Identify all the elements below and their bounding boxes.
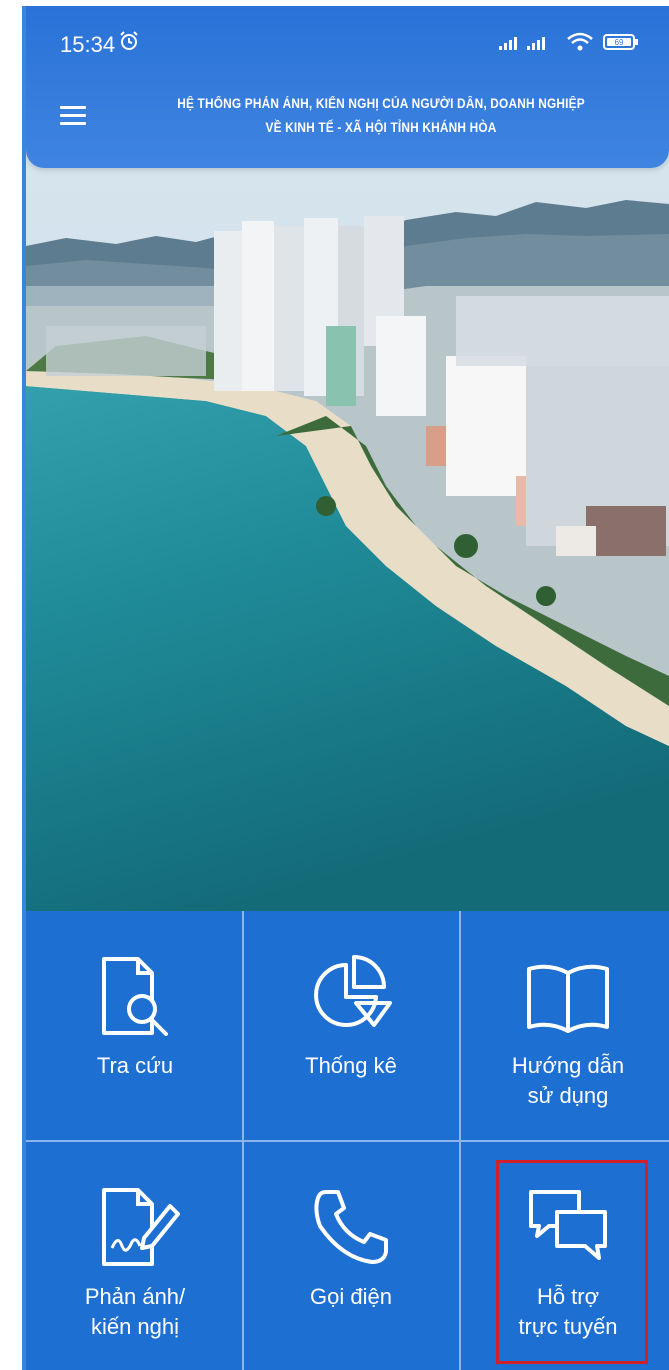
online-support-label: Hỗ trợ trực tuyến [518,1284,618,1339]
book-icon [523,951,613,1046]
battery-level: 69 [615,38,624,47]
title-line-1: HỆ THỐNG PHẢN ÁNH, KIẾN NGHỊ CỦA NGƯỜI D… [177,96,585,111]
pie-chart-icon [306,951,396,1046]
feedback-label: Phản ánh/ kiến nghị [84,1284,186,1339]
hamburger-menu-icon[interactable] [60,106,86,126]
sign-document-icon [90,1182,180,1277]
status-bar: 15:34 69 [26,28,669,64]
user-guide-button[interactable]: Hướng dẫn sử dụng [461,911,669,1140]
wifi-icon [567,32,593,57]
battery-icon: 69 [603,32,639,57]
statistics-label: Thống kê [305,1053,397,1078]
statistics-button[interactable]: Thống kê [244,911,458,1140]
page-title: HỆ THỐNG PHẢN ÁNH, KIẾN NGHỊ CỦA NGƯỜI D… [148,92,614,140]
title-line-2: VỀ KINH TẾ - XÃ HỘI TỈNH KHÁNH HÒA [265,120,497,135]
signal-icon [497,32,557,57]
search-document-icon [90,951,180,1046]
app-screen: 15:34 69 HỆ THỐNG PHẢN ÁNH, KIẾN NGHỊ CỦ… [22,6,669,1370]
lookup-button[interactable]: Tra cứu [28,911,242,1140]
feedback-button[interactable]: Phản ánh/ kiến nghị [28,1142,242,1370]
user-guide-label: Hướng dẫn sử dụng [511,1053,625,1108]
phone-icon [306,1182,396,1277]
app-header: 15:34 69 HỆ THỐNG PHẢN ÁNH, KIẾN NGHỊ CỦ… [26,6,669,168]
call-label: Gọi điện [310,1284,392,1309]
chat-bubbles-icon [523,1182,613,1277]
lookup-label: Tra cứu [96,1053,174,1078]
alarm-icon [118,30,140,57]
call-button[interactable]: Gọi điện [244,1142,458,1370]
online-support-button[interactable]: Hỗ trợ trực tuyến [461,1142,669,1370]
status-time: 15:34 [60,32,116,57]
